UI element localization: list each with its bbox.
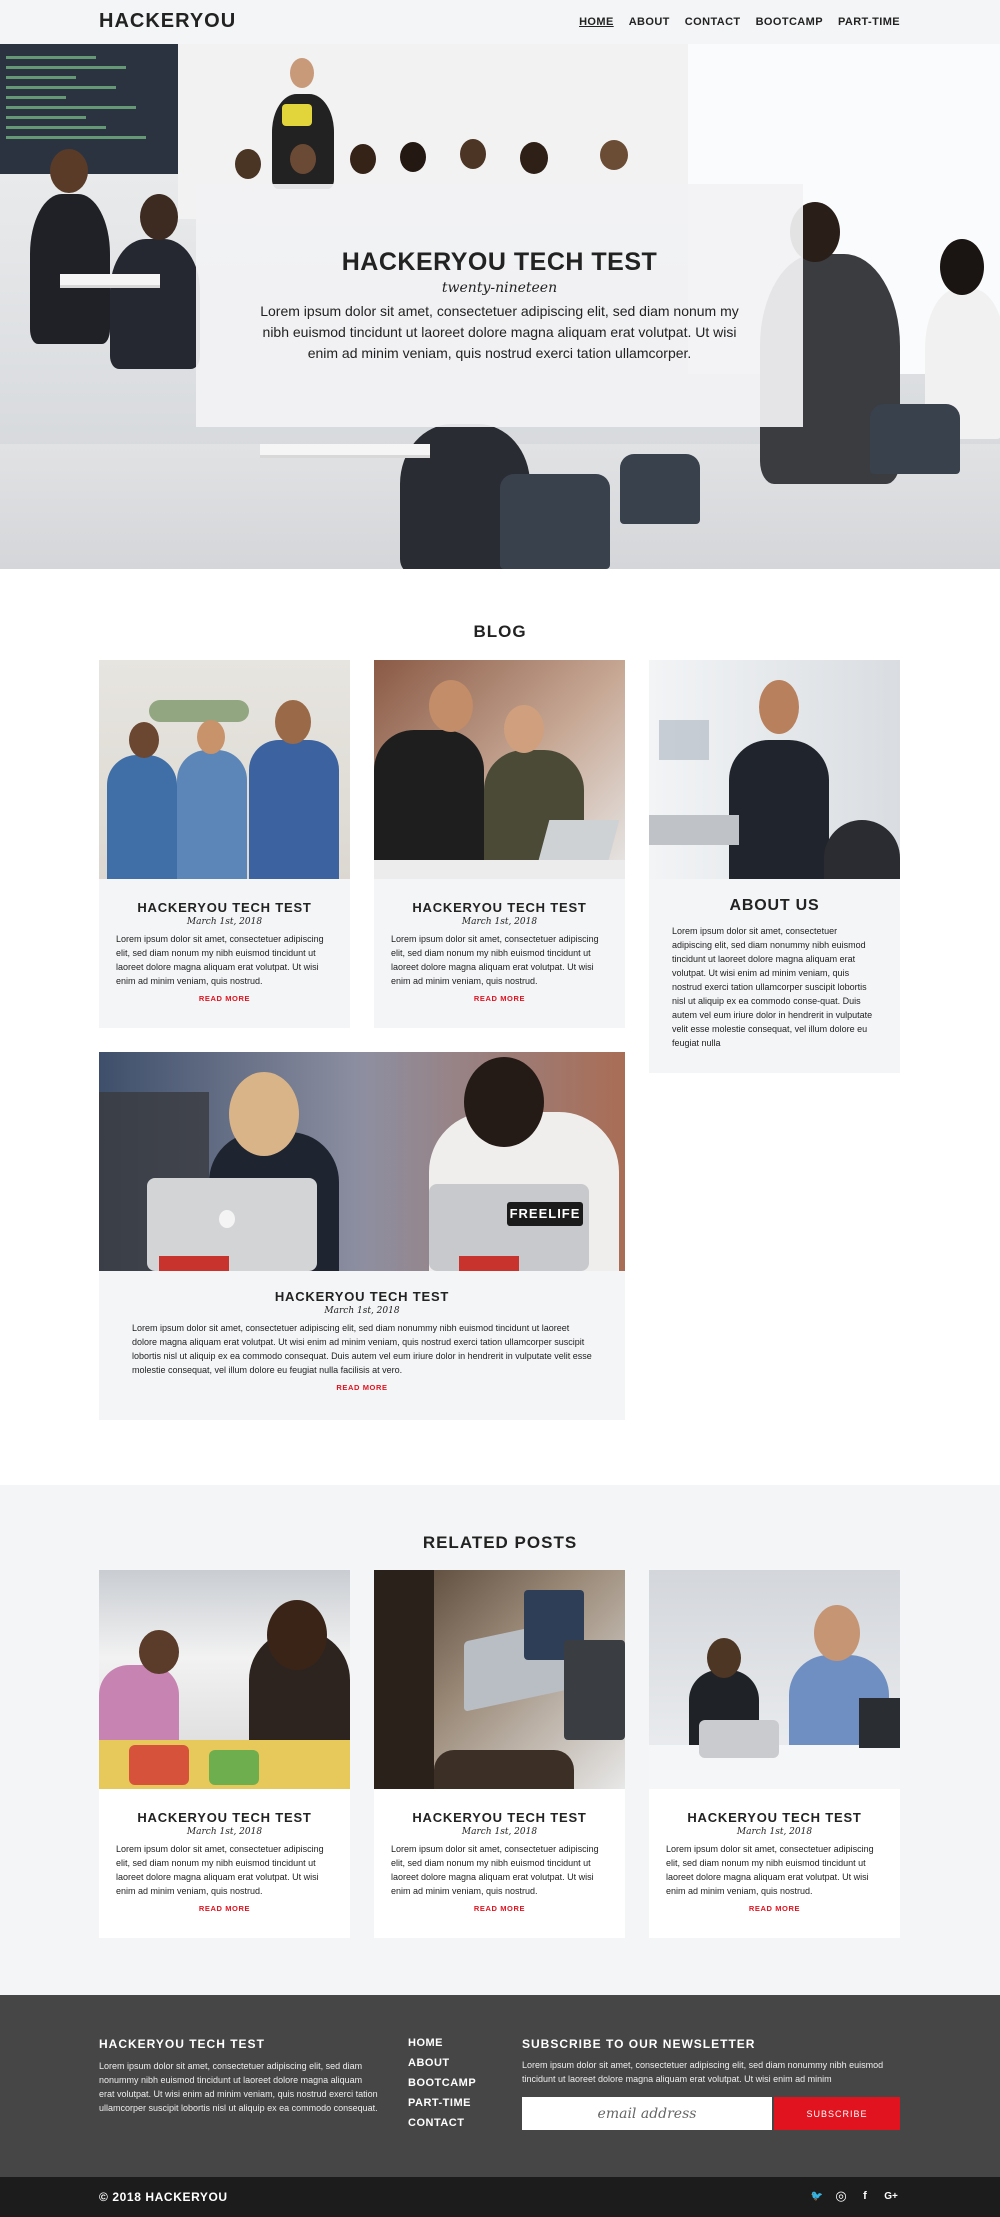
blog-card: HACKERYOU TECH TEST March 1st, 2018 Lore… — [99, 660, 350, 1028]
hero-description: Lorem ipsum dolor sit amet, consectetuer… — [260, 303, 739, 361]
related-post-excerpt: Lorem ipsum dolor sit amet, consectetuer… — [666, 1844, 874, 1896]
blog-card-date: March 1st, 2018 — [461, 917, 538, 927]
nav-home[interactable]: HOME — [579, 16, 614, 28]
related-post-date: March 1st, 2018 — [461, 1827, 538, 1837]
nav-part-time[interactable]: PART-TIME — [838, 16, 900, 28]
main-menu: HOME ABOUT CONTACT BOOTCAMP PART-TIME — [579, 16, 900, 28]
read-more-link[interactable]: READ MORE — [336, 1383, 387, 1392]
email-input[interactable] — [522, 2097, 772, 2130]
nav-about[interactable]: ABOUT — [629, 16, 670, 28]
nav-bootcamp[interactable]: BOOTCAMP — [756, 16, 823, 28]
read-more-link[interactable]: READ MORE — [199, 1904, 250, 1913]
footer-about-text: Lorem ipsum dolor sit amet, consectetuer… — [99, 2061, 378, 2113]
hero-subtitle: twenty-nineteen — [441, 280, 558, 296]
read-more-link[interactable]: READ MORE — [749, 1904, 800, 1913]
newsletter-text: Lorem ipsum dolor sit amet, consectetuer… — [522, 2060, 884, 2084]
hero-title: HACKERYOU TECH TEST — [341, 248, 658, 276]
related-post-image[interactable] — [99, 1570, 350, 1789]
footer-link-part-time[interactable]: PART-TIME — [408, 2097, 476, 2109]
copyright: © 2018 HACKERYOU — [99, 2190, 228, 2204]
related-post-date: March 1st, 2018 — [736, 1827, 813, 1837]
footer-about-title: HACKERYOU TECH TEST — [99, 2037, 265, 2051]
related-posts-heading: RELATED POSTS — [422, 1533, 578, 1552]
related-post-excerpt: Lorem ipsum dolor sit amet, consectetuer… — [116, 1844, 324, 1896]
instagram-icon[interactable]: ◎ — [834, 2188, 848, 2203]
newsletter-form: SUBSCRIBE — [522, 2097, 900, 2130]
related-post-image[interactable] — [374, 1570, 625, 1789]
blog-card-excerpt: Lorem ipsum dolor sit amet, consectetuer… — [116, 934, 324, 986]
related-post-image[interactable] — [649, 1570, 900, 1789]
blog-card-title[interactable]: HACKERYOU TECH TEST — [99, 900, 350, 915]
footer-link-contact[interactable]: CONTACT — [408, 2117, 476, 2129]
footer-links: HOME ABOUT BOOTCAMP PART-TIME CONTACT — [408, 2037, 476, 2137]
hero-banner: HACKERYOU TECH TEST twenty-nineteen Lore… — [0, 44, 1000, 569]
twitter-icon[interactable]: 🐦 — [810, 2189, 824, 2203]
footer-link-home[interactable]: HOME — [408, 2037, 476, 2049]
blog-card-title[interactable]: HACKERYOU TECH TEST — [374, 900, 625, 915]
blog-card-wide: FREELIFE HACKERYOU TECH TEST March 1st, … — [99, 1052, 625, 1420]
footer-about: HACKERYOU TECH TEST Lorem ipsum dolor si… — [99, 2037, 379, 2115]
footer-link-bootcamp[interactable]: BOOTCAMP — [408, 2077, 476, 2089]
subscribe-button[interactable]: SUBSCRIBE — [774, 2097, 900, 2130]
related-post-title[interactable]: HACKERYOU TECH TEST — [649, 1810, 900, 1825]
read-more-link[interactable]: READ MORE — [474, 1904, 525, 1913]
blog-card-excerpt: Lorem ipsum dolor sit amet, consectetuer… — [132, 1323, 592, 1375]
related-post-title[interactable]: HACKERYOU TECH TEST — [374, 1810, 625, 1825]
about-us-image — [649, 660, 900, 879]
about-us-text: Lorem ipsum dolor sit amet, consectetuer… — [672, 926, 873, 1048]
site-footer: HACKERYOU TECH TEST Lorem ipsum dolor si… — [0, 1995, 1000, 2177]
bottom-bar: © 2018 HACKERYOU 🐦 ◎ f G+ — [0, 2177, 1000, 2217]
google-plus-icon[interactable]: G+ — [882, 2189, 900, 2203]
blog-card-image[interactable] — [99, 660, 350, 879]
top-navigation: HACKERYOU HOME ABOUT CONTACT BOOTCAMP PA… — [0, 0, 1000, 44]
related-post-card: HACKERYOU TECH TEST March 1st, 2018 Lore… — [374, 1570, 625, 1938]
read-more-link[interactable]: READ MORE — [474, 994, 525, 1003]
newsletter: SUBSCRIBE TO OUR NEWSLETTER Lorem ipsum … — [522, 2037, 900, 2130]
blog-card-date: March 1st, 2018 — [324, 1306, 400, 1316]
blog-card-image[interactable] — [374, 660, 625, 879]
facebook-icon[interactable]: f — [858, 2189, 872, 2203]
read-more-link[interactable]: READ MORE — [199, 994, 250, 1003]
related-post-date: March 1st, 2018 — [186, 1827, 263, 1837]
related-post-title[interactable]: HACKERYOU TECH TEST — [99, 1810, 350, 1825]
blog-card-excerpt: Lorem ipsum dolor sit amet, consectetuer… — [391, 934, 599, 986]
about-us-card: ABOUT US Lorem ipsum dolor sit amet, con… — [649, 660, 900, 1073]
newsletter-title: SUBSCRIBE TO OUR NEWSLETTER — [522, 2037, 756, 2051]
blog-card-title[interactable]: HACKERYOU TECH TEST — [99, 1289, 625, 1304]
blog-card-image[interactable]: FREELIFE — [99, 1052, 625, 1271]
blog-card-date: March 1st, 2018 — [186, 917, 263, 927]
footer-link-about[interactable]: ABOUT — [408, 2057, 476, 2069]
related-post-excerpt: Lorem ipsum dolor sit amet, consectetuer… — [391, 1844, 599, 1896]
social-links: 🐦 ◎ f G+ — [810, 2188, 900, 2203]
blog-heading: BLOG — [473, 622, 527, 641]
hero-text-panel: HACKERYOU TECH TEST twenty-nineteen Lore… — [196, 184, 803, 427]
nav-contact[interactable]: CONTACT — [685, 16, 741, 28]
site-logo[interactable]: HACKERYOU — [99, 10, 236, 33]
about-us-title: ABOUT US — [729, 897, 820, 914]
related-post-card: HACKERYOU TECH TEST March 1st, 2018 Lore… — [649, 1570, 900, 1938]
blog-card: HACKERYOU TECH TEST March 1st, 2018 Lore… — [374, 660, 625, 1028]
related-post-card: HACKERYOU TECH TEST March 1st, 2018 Lore… — [99, 1570, 350, 1938]
